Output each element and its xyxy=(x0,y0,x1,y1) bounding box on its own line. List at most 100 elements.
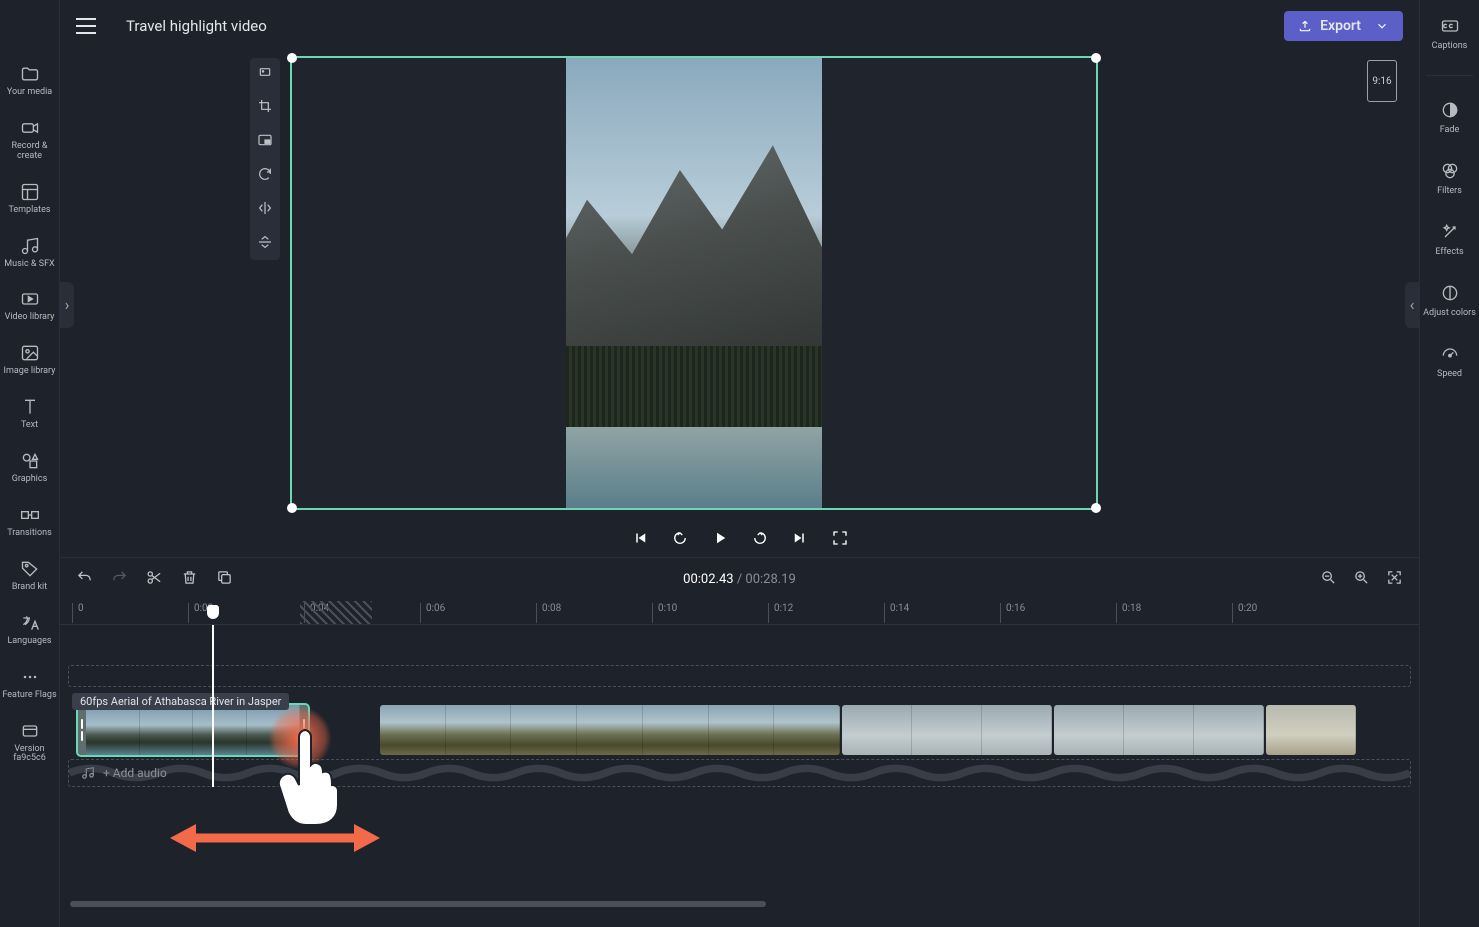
video-clip[interactable] xyxy=(1054,705,1264,755)
ruler-mark: 0:08 xyxy=(536,603,561,623)
music-icon xyxy=(20,236,40,256)
zoom-fit-button[interactable] xyxy=(1386,569,1403,590)
hamburger-menu-button[interactable] xyxy=(76,10,108,42)
tag-icon xyxy=(20,559,40,579)
ruler-gap-indicator xyxy=(300,601,372,624)
timecode-display: 00:02.43 / 00:28.19 xyxy=(683,572,796,587)
sidebar-item-record-create[interactable]: Record & create xyxy=(0,114,59,166)
chevron-down-icon xyxy=(1375,19,1389,33)
sidebar-item-templates[interactable]: Templates xyxy=(0,178,59,220)
sidebar-item-graphics[interactable]: Graphics xyxy=(0,447,59,489)
resize-handle-bottom-left[interactable] xyxy=(287,503,297,513)
adjust-icon xyxy=(1440,283,1460,303)
preview-canvas[interactable] xyxy=(290,56,1098,510)
sidebar-item-filters[interactable]: Filters xyxy=(1420,155,1479,202)
duplicate-button[interactable] xyxy=(216,569,233,590)
pip-tool[interactable] xyxy=(257,132,273,152)
redo-button[interactable] xyxy=(111,569,128,590)
playhead[interactable] xyxy=(212,625,214,787)
sidebar-item-video-library[interactable]: Video library xyxy=(0,285,59,327)
rotate-tool[interactable] xyxy=(257,166,273,186)
scrollbar-thumb[interactable] xyxy=(70,901,766,907)
sidebar-separator xyxy=(1426,75,1473,76)
project-title[interactable]: Travel highlight video xyxy=(126,17,267,35)
ruler-mark: 0:16 xyxy=(1000,603,1025,623)
skip-to-start-button[interactable] xyxy=(631,529,649,551)
resize-handle-top-right[interactable] xyxy=(1091,53,1101,63)
video-clip[interactable] xyxy=(380,705,840,755)
dots-icon xyxy=(20,667,40,687)
undo-button[interactable] xyxy=(76,569,93,590)
sidebar-item-fade[interactable]: Fade xyxy=(1420,94,1479,141)
effects-icon xyxy=(1440,222,1460,242)
sidebar-item-feature-flags[interactable]: Feature Flags xyxy=(0,663,59,705)
zoom-in-button[interactable] xyxy=(1353,569,1370,590)
fit-tool[interactable] xyxy=(257,64,273,84)
fade-icon xyxy=(1440,100,1460,120)
video-clip[interactable] xyxy=(842,705,1052,755)
fullscreen-button[interactable] xyxy=(831,529,849,551)
sidebar-item-image-library[interactable]: Image library xyxy=(0,339,59,381)
ruler-mark: 0:10 xyxy=(652,603,677,623)
play-button[interactable] xyxy=(711,529,729,551)
delete-button[interactable] xyxy=(181,569,198,590)
ruler-mark: 0 xyxy=(72,603,84,623)
top-bar: Travel highlight video Export xyxy=(60,0,1419,52)
expand-left-panel-button[interactable]: › xyxy=(60,282,74,328)
export-button[interactable]: Export xyxy=(1284,11,1403,41)
upload-icon xyxy=(1298,19,1312,33)
ruler-mark: 0:14 xyxy=(884,603,909,623)
preview-transform-toolbar xyxy=(250,58,280,260)
skip-forward-button[interactable] xyxy=(751,529,769,551)
clip-tooltip: 60fps Aerial of Athabasca River in Jaspe… xyxy=(72,693,289,710)
preview-area: › ‹ 9:16 ? ⌄ xyxy=(60,52,1419,557)
version-icon xyxy=(20,721,40,741)
language-icon xyxy=(20,613,40,633)
captions-icon xyxy=(1440,16,1460,36)
annotation-pulse xyxy=(268,706,332,770)
sidebar-item-effects[interactable]: Effects xyxy=(1420,216,1479,263)
sidebar-item-captions[interactable]: Captions xyxy=(1420,10,1479,57)
sidebar-item-brand-kit[interactable]: Brand kit xyxy=(0,555,59,597)
sidebar-item-adjust-colors[interactable]: Adjust colors xyxy=(1420,277,1479,324)
text-icon xyxy=(20,397,40,417)
expand-right-panel-button[interactable]: ‹ xyxy=(1405,282,1419,328)
right-sidebar: Captions Fade Filters Effects Adjust col… xyxy=(1419,0,1479,927)
timeline-scrollbar[interactable] xyxy=(70,901,1409,907)
template-icon xyxy=(20,182,40,202)
skip-back-button[interactable] xyxy=(671,529,689,551)
image-icon xyxy=(20,343,40,363)
split-button[interactable] xyxy=(146,569,163,590)
resize-handle-top-left[interactable] xyxy=(287,53,297,63)
ruler-mark: 0:18 xyxy=(1116,603,1141,623)
skip-to-end-button[interactable] xyxy=(791,529,809,551)
ruler-mark: 0:20 xyxy=(1232,603,1257,623)
sidebar-item-speed[interactable]: Speed xyxy=(1420,338,1479,385)
sidebar-item-languages[interactable]: Languages xyxy=(0,609,59,651)
sidebar-item-version[interactable]: Version fa9c5c6 xyxy=(0,717,59,769)
resize-handle-bottom-right[interactable] xyxy=(1091,503,1101,513)
sidebar-item-text[interactable]: Text xyxy=(0,393,59,435)
aspect-ratio-selector[interactable]: 9:16 xyxy=(1367,60,1397,102)
ruler-mark: 0:12 xyxy=(768,603,793,623)
ruler-mark: 0:06 xyxy=(420,603,445,623)
sidebar-item-music-sfx[interactable]: Music & SFX xyxy=(0,232,59,274)
timeline-ruler[interactable]: 0 0:02 0:04 0:06 0:08 0:10 0:12 0:14 0:1… xyxy=(60,601,1419,625)
zoom-out-button[interactable] xyxy=(1320,569,1337,590)
crop-tool[interactable] xyxy=(257,98,273,118)
video-icon xyxy=(20,289,40,309)
timeline-panel: 00:02.43 / 00:28.19 0 0:02 0:04 0:06 0:0… xyxy=(60,557,1419,927)
empty-track[interactable] xyxy=(68,665,1411,687)
sidebar-item-transitions[interactable]: Transitions xyxy=(0,501,59,543)
clip-trim-handle-left[interactable] xyxy=(78,705,86,755)
total-time: 00:28.19 xyxy=(745,572,795,587)
left-sidebar: Your media Record & create Templates Mus… xyxy=(0,0,60,927)
current-time: 00:02.43 xyxy=(683,572,733,587)
video-frame xyxy=(566,58,822,508)
timeline-tracks: 60fps Aerial of Athabasca River in Jaspe… xyxy=(60,625,1419,787)
sidebar-item-your-media[interactable]: Your media xyxy=(0,60,59,102)
add-audio-track[interactable]: + Add audio xyxy=(68,759,1411,787)
flip-vertical-tool[interactable] xyxy=(257,234,273,254)
flip-horizontal-tool[interactable] xyxy=(257,200,273,220)
video-clip[interactable] xyxy=(1266,705,1356,755)
